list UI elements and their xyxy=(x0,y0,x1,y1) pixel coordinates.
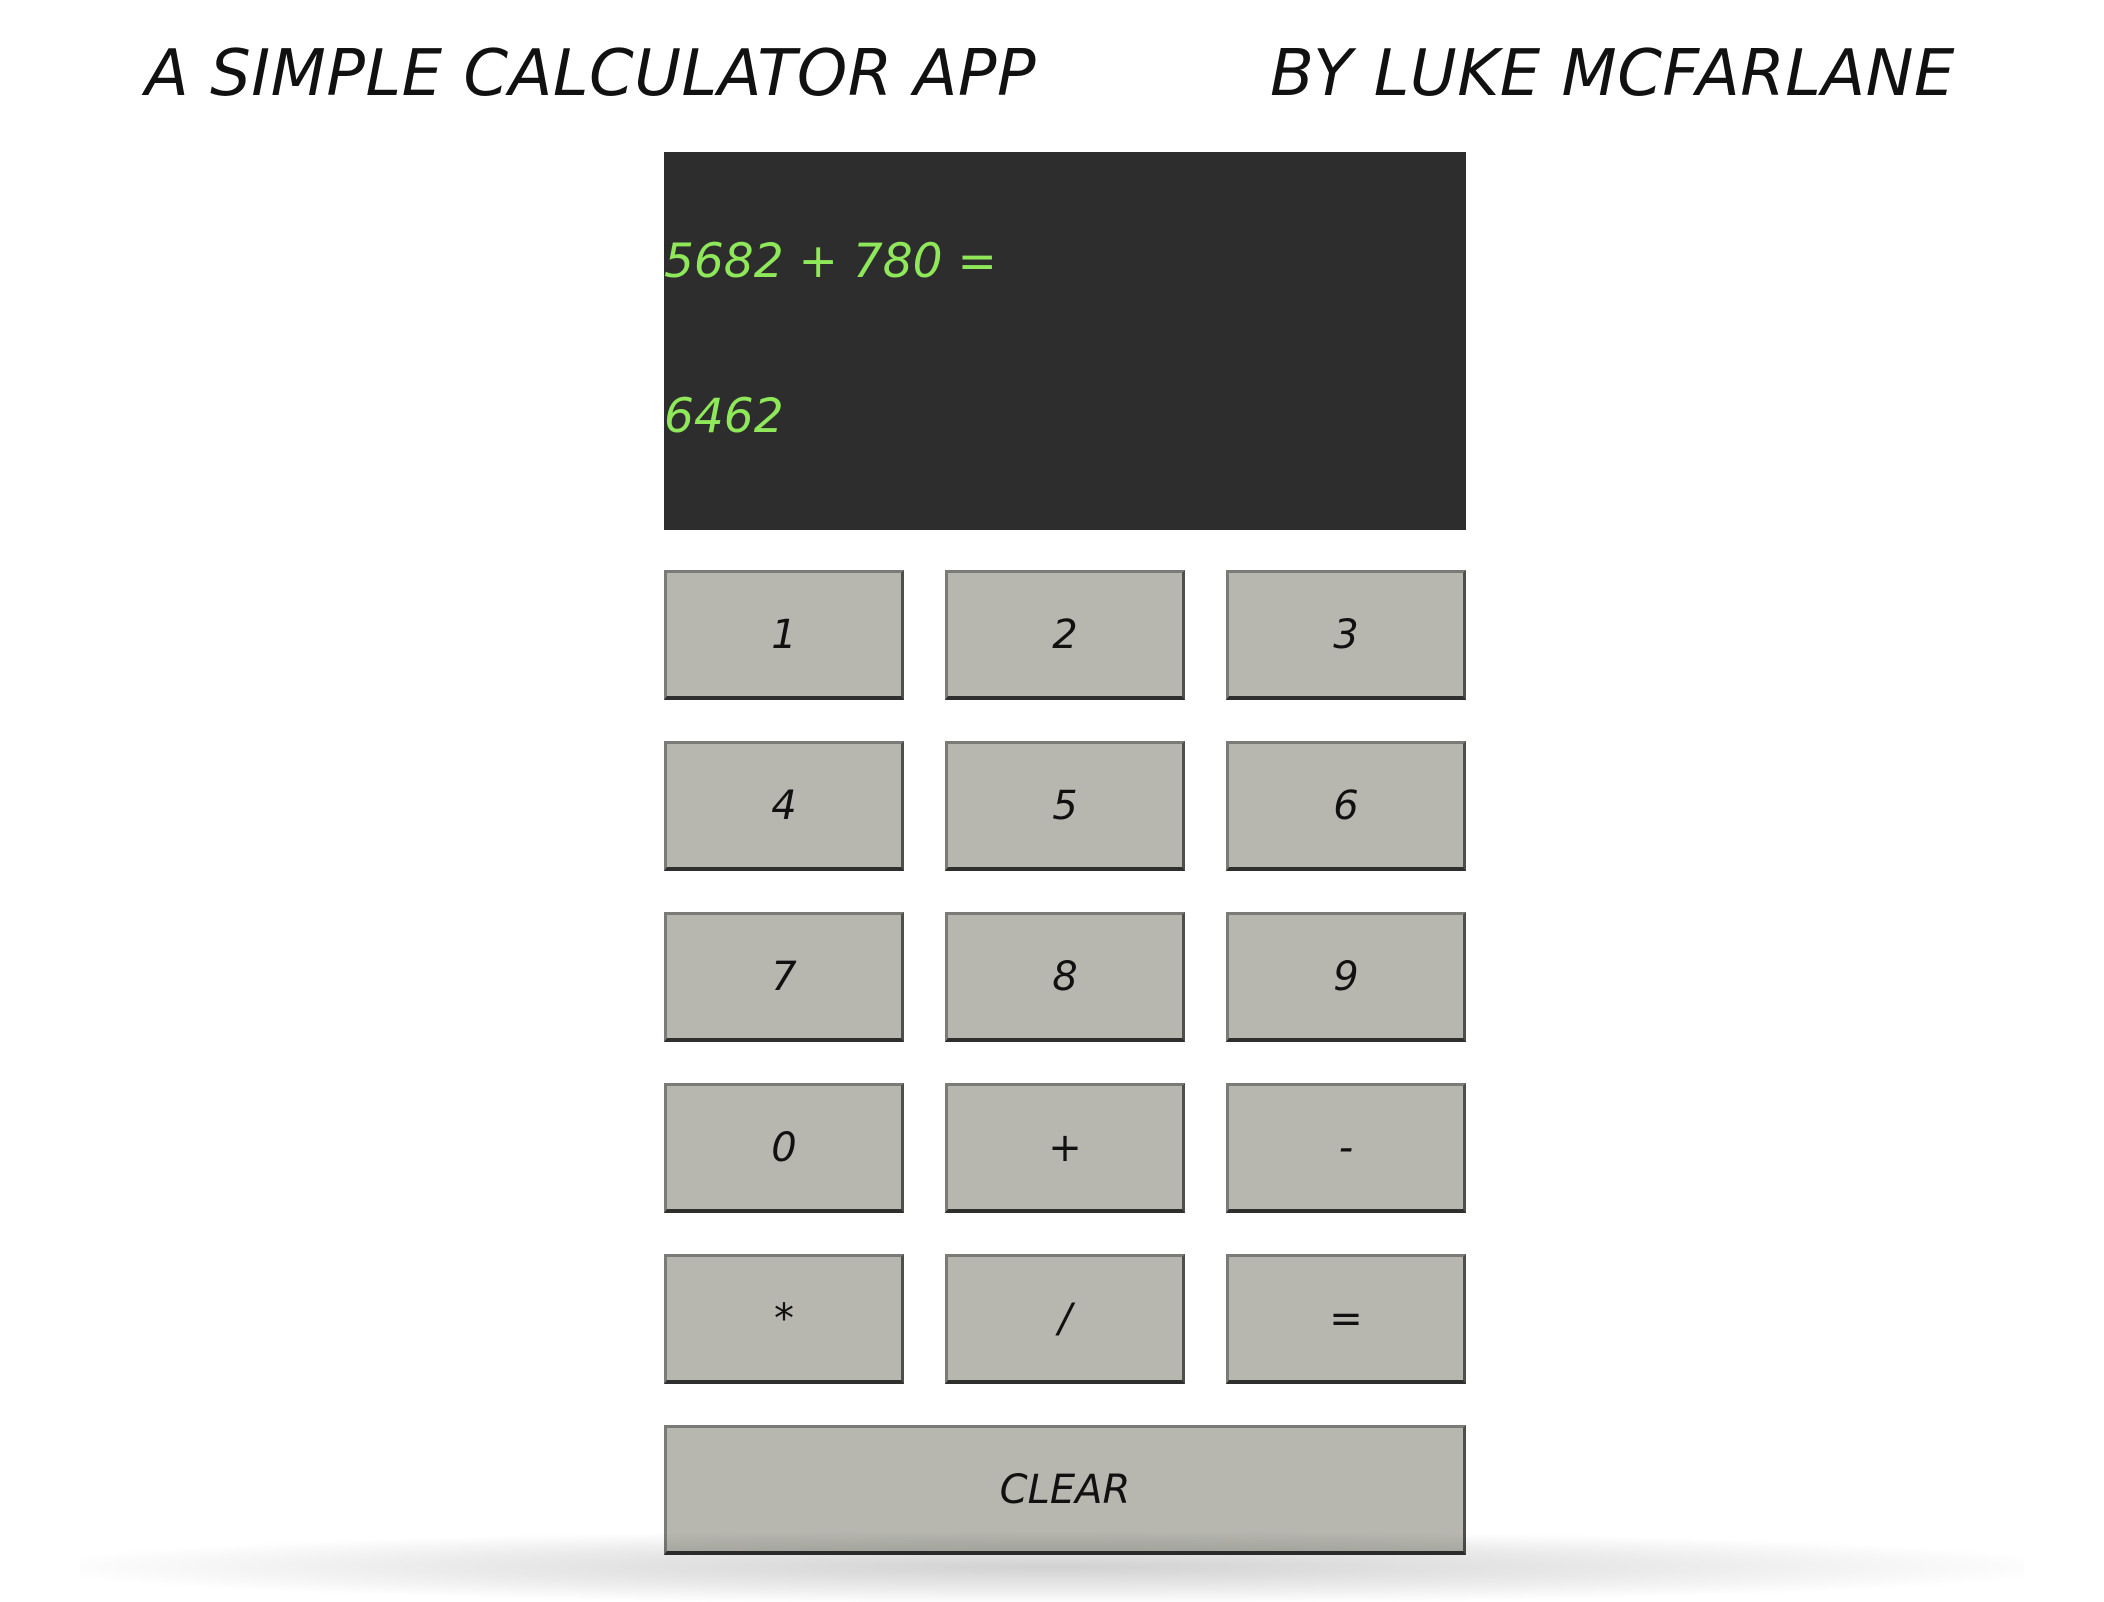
display-result: 6462 xyxy=(664,389,784,444)
minus-button[interactable]: - xyxy=(1226,1083,1466,1213)
app-title: A SIMPLE CALCULATOR APP xyxy=(145,37,1037,111)
key-7-button[interactable]: 7 xyxy=(664,912,904,1042)
divide-button[interactable]: / xyxy=(945,1254,1185,1384)
key-5-button[interactable]: 5 xyxy=(945,741,1185,871)
calculator-display: 5682 + 780 = 6462 xyxy=(664,152,1466,530)
multiply-button[interactable]: * xyxy=(664,1254,904,1384)
clear-button[interactable]: CLEAR xyxy=(664,1425,1466,1555)
key-3-button[interactable]: 3 xyxy=(1226,570,1466,700)
key-8-button[interactable]: 8 xyxy=(945,912,1185,1042)
app-header: A SIMPLE CALCULATOR APP BY LUKE MCFARLAN… xyxy=(0,34,2104,114)
plus-button[interactable]: + xyxy=(945,1083,1185,1213)
key-1-button[interactable]: 1 xyxy=(664,570,904,700)
display-expression: 5682 + 780 = xyxy=(664,234,997,289)
equals-button[interactable]: = xyxy=(1226,1254,1466,1384)
key-2-button[interactable]: 2 xyxy=(945,570,1185,700)
key-9-button[interactable]: 9 xyxy=(1226,912,1466,1042)
app-author: BY LUKE MCFARLANE xyxy=(1270,37,1955,111)
key-0-button[interactable]: 0 xyxy=(664,1083,904,1213)
key-4-button[interactable]: 4 xyxy=(664,741,904,871)
key-6-button[interactable]: 6 xyxy=(1226,741,1466,871)
